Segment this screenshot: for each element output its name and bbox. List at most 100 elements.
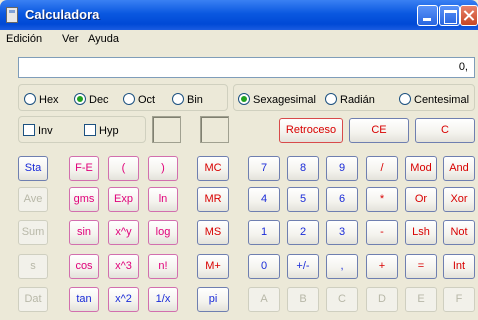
fe-button[interactable]: F-E xyxy=(69,156,99,181)
result-display: 0, xyxy=(18,57,475,78)
pi-button[interactable]: pi xyxy=(197,287,229,312)
lsh-button[interactable]: Lsh xyxy=(405,220,437,245)
close-button[interactable] xyxy=(460,5,478,26)
dat-button[interactable]: Dat xyxy=(18,287,48,312)
radio-bin-circle xyxy=(172,93,184,105)
radio-bin[interactable]: Bin xyxy=(172,93,203,107)
key-2[interactable]: 2 xyxy=(287,220,319,245)
dms-button[interactable]: gms xyxy=(69,187,99,212)
radio-oct-circle xyxy=(123,93,135,105)
radio-hex-label: Hex xyxy=(39,94,59,106)
radio-radian[interactable]: Radián xyxy=(325,93,375,107)
radix-group: Hex Dec Oct Bin xyxy=(18,84,228,111)
key-c[interactable]: C xyxy=(326,287,358,312)
radio-dec-circle xyxy=(74,93,86,105)
x-power-y-button[interactable]: x^y xyxy=(108,220,139,245)
clear-button[interactable]: C xyxy=(415,118,475,143)
key-9[interactable]: 9 xyxy=(326,156,358,181)
log-button[interactable]: log xyxy=(148,220,178,245)
backspace-button[interactable]: Retroceso xyxy=(279,118,343,143)
sin-button[interactable]: sin xyxy=(69,220,99,245)
m-plus-button[interactable]: M+ xyxy=(197,254,229,279)
checkbox-inv-box xyxy=(23,124,35,136)
minimize-button[interactable] xyxy=(417,5,438,26)
open-paren-button[interactable]: ( xyxy=(108,156,139,181)
radio-centesimal-circle xyxy=(399,93,411,105)
key-b[interactable]: B xyxy=(287,287,319,312)
sum-button[interactable]: Sum xyxy=(18,220,48,245)
tan-button[interactable]: tan xyxy=(69,287,99,312)
menu-ver[interactable]: Ver xyxy=(62,33,79,45)
ln-button[interactable]: ln xyxy=(148,187,178,212)
x-cubed-button[interactable]: x^3 xyxy=(108,254,139,279)
radio-radian-circle xyxy=(325,93,337,105)
ms-button[interactable]: MS xyxy=(197,220,229,245)
decimal-button[interactable]: , xyxy=(326,254,358,279)
radio-sexagesimal[interactable]: Sexagesimal xyxy=(238,93,316,107)
radio-centesimal-label: Centesimal xyxy=(414,94,470,106)
checkbox-hyp[interactable]: Hyp xyxy=(84,124,119,137)
multiply-button[interactable]: * xyxy=(366,187,398,212)
not-button[interactable]: Not xyxy=(443,220,475,245)
parenthesis-indicator xyxy=(152,116,181,143)
x-squared-button[interactable]: x^2 xyxy=(108,287,139,312)
divide-button[interactable]: / xyxy=(366,156,398,181)
radio-hex[interactable]: Hex xyxy=(24,93,59,107)
factorial-button[interactable]: n! xyxy=(148,254,178,279)
key-a[interactable]: A xyxy=(248,287,280,312)
radio-radian-label: Radián xyxy=(340,94,375,106)
key-5[interactable]: 5 xyxy=(287,187,319,212)
menu-edicion[interactable]: Edición xyxy=(6,33,42,45)
radio-centesimal[interactable]: Centesimal xyxy=(399,93,469,107)
angle-group: Sexagesimal Radián Centesimal xyxy=(233,84,475,111)
inv-hyp-group: Inv Hyp xyxy=(18,116,146,143)
key-6[interactable]: 6 xyxy=(326,187,358,212)
checkbox-inv-label: Inv xyxy=(38,125,53,137)
radio-sexagesimal-label: Sexagesimal xyxy=(253,94,316,106)
or-button[interactable]: Or xyxy=(405,187,437,212)
key-e[interactable]: E xyxy=(405,287,437,312)
add-button[interactable]: + xyxy=(366,254,398,279)
mr-button[interactable]: MR xyxy=(197,187,229,212)
checkbox-inv[interactable]: Inv xyxy=(23,124,53,137)
checkbox-hyp-box xyxy=(84,124,96,136)
ave-button[interactable]: Ave xyxy=(18,187,48,212)
mc-button[interactable]: MC xyxy=(197,156,229,181)
equals-button[interactable]: = xyxy=(405,254,437,279)
key-8[interactable]: 8 xyxy=(287,156,319,181)
close-paren-button[interactable]: ) xyxy=(148,156,178,181)
key-1[interactable]: 1 xyxy=(248,220,280,245)
radio-sexagesimal-circle xyxy=(238,93,250,105)
radio-bin-label: Bin xyxy=(187,94,203,106)
key-d[interactable]: D xyxy=(366,287,398,312)
maximize-button[interactable] xyxy=(439,5,460,26)
radio-dec[interactable]: Dec xyxy=(74,93,109,107)
window-title: Calculadora xyxy=(25,7,100,22)
key-4[interactable]: 4 xyxy=(248,187,280,212)
key-3[interactable]: 3 xyxy=(326,220,358,245)
radio-hex-circle xyxy=(24,93,36,105)
cos-button[interactable]: cos xyxy=(69,254,99,279)
radio-oct-label: Oct xyxy=(138,94,156,106)
sta-button[interactable]: Sta xyxy=(18,156,48,181)
xor-button[interactable]: Xor xyxy=(443,187,475,212)
int-button[interactable]: Int xyxy=(443,254,475,279)
checkbox-hyp-label: Hyp xyxy=(99,125,119,137)
radio-dec-label: Dec xyxy=(89,94,109,106)
s-button[interactable]: s xyxy=(18,254,48,279)
memory-indicator xyxy=(200,116,229,143)
calculator-icon xyxy=(6,7,18,23)
subtract-button[interactable]: - xyxy=(366,220,398,245)
mod-button[interactable]: Mod xyxy=(405,156,437,181)
reciprocal-button[interactable]: 1/x xyxy=(148,287,178,312)
key-7[interactable]: 7 xyxy=(248,156,280,181)
clear-entry-button[interactable]: CE xyxy=(349,118,409,143)
and-button[interactable]: And xyxy=(443,156,475,181)
title-bar: Calculadora xyxy=(0,0,478,30)
key-f[interactable]: F xyxy=(443,287,475,312)
key-0[interactable]: 0 xyxy=(248,254,280,279)
radio-oct[interactable]: Oct xyxy=(123,93,155,107)
sign-toggle-button[interactable]: +/- xyxy=(287,254,319,279)
menu-ayuda[interactable]: Ayuda xyxy=(88,33,119,45)
exp-button[interactable]: Exp xyxy=(108,187,139,212)
